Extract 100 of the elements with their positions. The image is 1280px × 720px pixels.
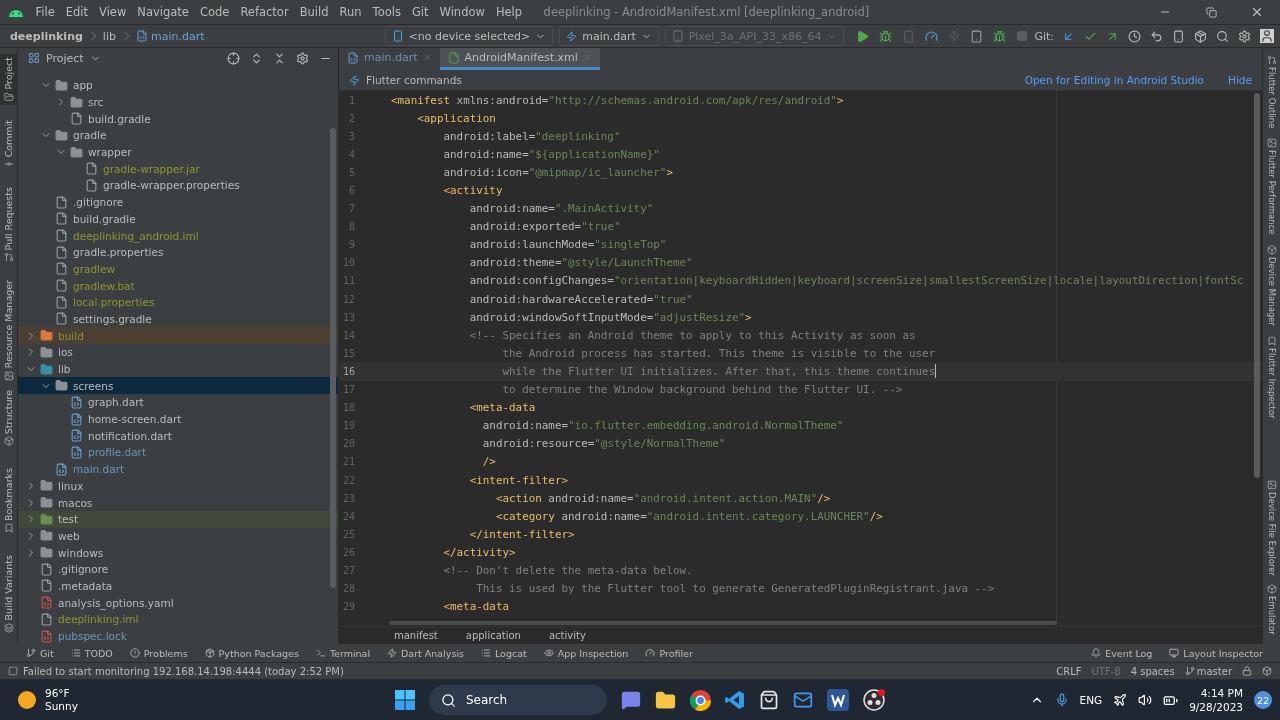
tree-item[interactable]: gradlew.bat (18, 277, 338, 294)
tree-item[interactable]: gradle.properties (18, 243, 338, 261)
tool-window-button[interactable]: Profiler (645, 647, 693, 659)
tool-window-button[interactable]: Commit (0, 116, 18, 172)
menu-item[interactable]: File (30, 5, 61, 19)
expand-all-icon[interactable] (250, 51, 263, 65)
run-config-selector[interactable]: main.dart (559, 26, 659, 46)
menu-item[interactable]: Navigate (131, 5, 195, 19)
menu-item[interactable]: Edit (60, 5, 94, 19)
device-icon[interactable] (970, 29, 984, 43)
store-icon[interactable] (759, 690, 779, 710)
tree-item[interactable]: deeplinking.iml (18, 611, 338, 628)
tool-window-button[interactable]: App Inspection (543, 647, 629, 659)
tree-item[interactable]: app (18, 77, 338, 94)
menu-item[interactable]: Window (434, 5, 491, 19)
device-selector[interactable]: <no device selected> (384, 26, 554, 46)
tree-item[interactable]: deeplinking_android.iml (18, 227, 338, 244)
tree-item[interactable]: pubspec.lock (18, 627, 338, 644)
tree-item[interactable]: gradle-wrapper.properties (18, 177, 338, 194)
tree-item[interactable]: notification.dart (18, 427, 338, 445)
document-app-icon[interactable] (827, 689, 849, 711)
tree-item[interactable]: gradlew (18, 260, 338, 278)
collapse-all-icon[interactable] (273, 51, 286, 65)
status-item[interactable]: CRLF (1056, 665, 1082, 677)
tool-window-button[interactable]: Flutter Outline (1262, 54, 1280, 130)
breadcrumb[interactable]: manifest (394, 630, 438, 641)
menu-item[interactable]: Help (490, 5, 528, 19)
clock-time[interactable]: 4:14 PM (1200, 686, 1243, 700)
debug-icon[interactable] (879, 29, 893, 43)
clock-date[interactable]: 9/28/2023 (1189, 700, 1243, 714)
tool-window-button[interactable]: Git (26, 647, 54, 659)
tree-item[interactable]: src (18, 93, 338, 111)
tool-window-button[interactable]: Flutter Performance (1262, 137, 1280, 237)
tool-window-button[interactable]: Bookmarks (0, 465, 18, 537)
tree-item[interactable]: lib (18, 360, 338, 378)
tree-item[interactable]: windows (18, 544, 338, 561)
volume-icon[interactable] (1138, 693, 1153, 707)
run-icon[interactable] (856, 29, 870, 43)
input-language[interactable]: ENG (1079, 693, 1103, 707)
status-item[interactable]: 4 spaces (1130, 665, 1175, 677)
tree-item[interactable]: gradle-wrapper.jar (18, 160, 338, 178)
tree-item[interactable]: home-screen.dart (18, 410, 338, 428)
tool-window-button[interactable]: TODO (70, 647, 113, 659)
tool-window-button[interactable]: Build Variants (0, 552, 18, 636)
tree-item[interactable]: .gitignore (18, 193, 338, 211)
tool-window-button[interactable]: Pull Requests (0, 183, 18, 266)
tree-item[interactable]: build (18, 327, 338, 344)
tool-window-button[interactable]: Python Packages (204, 647, 299, 659)
microphone-icon[interactable] (1054, 693, 1069, 707)
search-icon[interactable] (1216, 29, 1229, 43)
folder-icon[interactable] (655, 689, 676, 711)
scrollbar-thumb[interactable] (330, 128, 336, 588)
tool-window-button[interactable]: Project (0, 54, 18, 105)
debug-attach-icon[interactable] (993, 29, 1007, 43)
profiler-icon[interactable] (925, 29, 939, 43)
tree-item[interactable]: graph.dart (18, 394, 338, 411)
search-field[interactable]: Search (429, 685, 607, 715)
menu-item[interactable]: View (93, 5, 132, 19)
tree-item[interactable]: main.dart (18, 460, 338, 478)
tree-item[interactable]: analysis_options.yaml (18, 594, 338, 611)
undo-icon[interactable] (1150, 29, 1163, 43)
tree-item[interactable]: profile.dart (18, 444, 338, 461)
start-icon[interactable] (395, 690, 415, 710)
locate-icon[interactable] (227, 51, 240, 65)
breadcrumb[interactable]: deeplinking (10, 29, 83, 43)
tool-window-button[interactable]: Flutter Inspector (1262, 335, 1280, 420)
device-manager-icon[interactable] (1172, 29, 1185, 43)
notification-badge[interactable]: 22 (1254, 691, 1272, 709)
chat-icon[interactable] (621, 690, 641, 710)
tool-window-button[interactable]: Device File Explorer (1262, 479, 1280, 578)
tool-window-button[interactable]: Logcat (481, 647, 527, 659)
tree-item[interactable]: .metadata (18, 577, 338, 595)
tree-item[interactable]: screens (18, 377, 338, 395)
tool-window-button[interactable]: Emulator (1262, 583, 1280, 636)
browser-icon[interactable] (690, 689, 711, 711)
tree-item[interactable]: wrapper (18, 143, 338, 161)
tree-item[interactable]: local.properties (18, 293, 338, 311)
mail-icon[interactable] (793, 690, 813, 710)
tool-window-button[interactable]: Structure (0, 387, 18, 450)
settings-icon[interactable] (1238, 29, 1251, 43)
tool-window-button[interactable]: Resource Manager (0, 277, 18, 384)
tool-window-button[interactable]: Problems (129, 647, 188, 659)
breadcrumb[interactable]: main.dart (150, 29, 205, 43)
tree-item[interactable]: macos (18, 494, 338, 511)
tree-item[interactable]: build.gradle (18, 210, 338, 228)
tree-item[interactable]: test (18, 510, 338, 528)
history-icon[interactable] (1128, 29, 1141, 43)
git-branch[interactable]: master (1196, 665, 1232, 677)
breadcrumb[interactable]: lib (102, 29, 116, 43)
editor-tab[interactable]: AndroidManifest.xml (439, 48, 600, 70)
menu-item[interactable]: Refactor (234, 5, 295, 19)
breadcrumb[interactable]: application (465, 630, 521, 641)
breadcrumb[interactable]: activity (548, 630, 586, 641)
tree-item[interactable]: web (18, 527, 338, 545)
tool-window-button[interactable]: Event Log (1091, 647, 1153, 659)
tool-window-button[interactable]: Layout Inspector (1169, 647, 1263, 659)
avatar-icon[interactable] (1260, 29, 1274, 43)
tree-item[interactable]: settings.gradle (18, 310, 338, 328)
recorder-icon[interactable] (863, 689, 885, 711)
tree-item[interactable]: ios (18, 344, 338, 361)
